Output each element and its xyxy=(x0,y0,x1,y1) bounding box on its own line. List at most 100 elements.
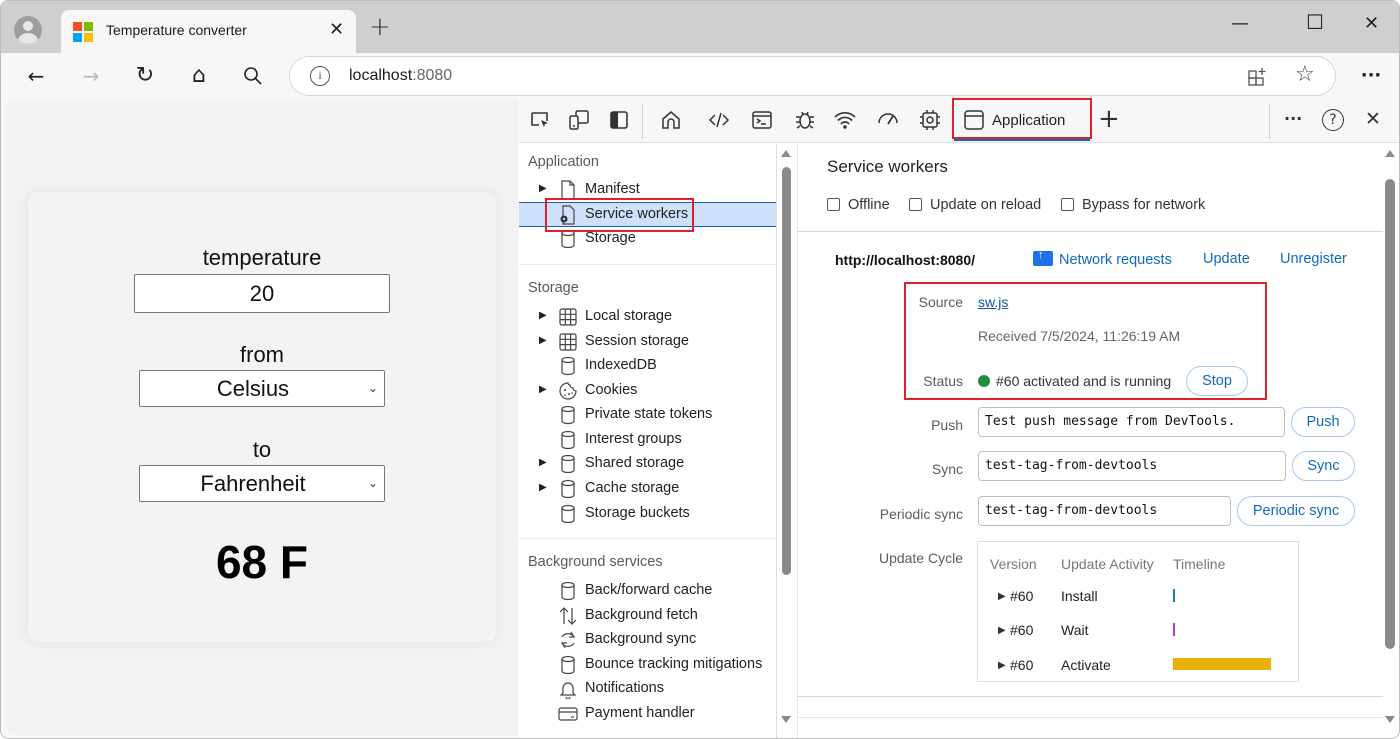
scroll-down-arrow-icon[interactable] xyxy=(1385,716,1395,723)
window-close-button[interactable]: ✕ xyxy=(1364,13,1379,34)
expand-arrow-icon[interactable]: ▶ xyxy=(998,591,1006,602)
sync-tag-input[interactable]: test-tag-from-devtools xyxy=(978,451,1286,481)
expand-arrow-icon[interactable]: ▶ xyxy=(539,384,547,395)
sync-label: Sync xyxy=(931,461,963,477)
close-icon[interactable]: ✕ xyxy=(329,19,344,40)
home-button[interactable]: ⌂ xyxy=(184,61,214,91)
sidebar-item-bounce-tracking-mitigations[interactable]: Bounce tracking mitigations xyxy=(519,653,776,678)
sidebar-item-cookies[interactable]: ▶ Cookies xyxy=(519,379,776,404)
profile-avatar-icon[interactable] xyxy=(14,16,42,44)
from-unit-select[interactable]: Celsius ⌄ xyxy=(139,370,385,407)
sidebar-item-background-sync[interactable]: Background sync xyxy=(519,628,776,653)
performance-icon[interactable] xyxy=(876,108,902,134)
sources-debug-icon[interactable] xyxy=(793,108,819,134)
sync-button[interactable]: Sync xyxy=(1292,451,1355,481)
inspect-icon[interactable] xyxy=(528,108,554,134)
sidebar-item-cache-storage[interactable]: ▶ Cache storage xyxy=(519,477,776,502)
devtools-panel: Application + ··· ? ✕ Application ▶ Mani… xyxy=(519,98,1399,738)
more-tools-icon[interactable]: ··· xyxy=(1284,109,1302,128)
bypass-for-network-checkbox[interactable]: Bypass for network xyxy=(1061,197,1205,213)
scroll-up-arrow-icon[interactable] xyxy=(1385,150,1395,157)
timeline-bar-install xyxy=(1173,589,1175,602)
database-icon xyxy=(558,430,578,450)
update-on-reload-checkbox[interactable]: Update on reload xyxy=(909,197,1041,213)
main-scrollbar-thumb[interactable] xyxy=(1385,179,1395,649)
sidebar-item-local-storage[interactable]: ▶ Local storage xyxy=(519,305,776,330)
sidebar-item-background-fetch[interactable]: Background fetch xyxy=(519,604,776,629)
back-button[interactable]: ← xyxy=(21,61,51,91)
new-tab-button[interactable]: + xyxy=(369,14,391,40)
network-icon[interactable] xyxy=(833,108,859,134)
unregister-link[interactable]: Unregister xyxy=(1280,251,1347,267)
sidebar-item-payment-handler[interactable]: Payment handler xyxy=(519,702,776,727)
microsoft-logo-icon xyxy=(73,22,93,42)
tab-title: Temperature converter xyxy=(106,22,247,38)
tab-strip: Temperature converter ✕ + — ☐ ✕ xyxy=(1,1,1399,53)
minimize-button[interactable]: — xyxy=(1231,13,1249,34)
push-message-input[interactable]: Test push message from DevTools. xyxy=(978,407,1285,437)
console-icon[interactable] xyxy=(750,108,776,134)
sidebar-item-interest-groups[interactable]: Interest groups xyxy=(519,428,776,453)
database-icon xyxy=(558,356,578,376)
sidebar-item-notifications[interactable]: Notifications xyxy=(519,677,776,702)
info-icon[interactable]: i xyxy=(310,66,330,86)
temperature-input[interactable]: 20 xyxy=(134,274,390,313)
offline-checkbox[interactable]: Offline xyxy=(827,197,890,213)
sidebar-item-private-state-tokens[interactable]: Private state tokens xyxy=(519,403,776,428)
sidebar-scrollbar-thumb[interactable] xyxy=(782,167,791,575)
network-requests-link[interactable]: Network requests xyxy=(1033,249,1172,268)
highlight-box xyxy=(904,282,1267,400)
maximize-button[interactable]: ☐ xyxy=(1306,10,1324,34)
section-divider xyxy=(519,264,776,265)
expand-arrow-icon[interactable]: ▶ xyxy=(539,457,547,468)
elements-icon[interactable] xyxy=(707,108,733,134)
sidebar-item-back-forward-cache[interactable]: Back/forward cache xyxy=(519,579,776,604)
sidebar-item-indexeddb[interactable]: IndexedDB xyxy=(519,354,776,379)
section-heading-background-services: Background services xyxy=(528,554,663,570)
database-icon xyxy=(558,454,578,474)
checkbox-box[interactable] xyxy=(909,198,922,211)
close-devtools-icon[interactable]: ✕ xyxy=(1365,108,1381,130)
expand-arrow-icon[interactable]: ▶ xyxy=(539,335,547,346)
refresh-button[interactable]: ↻ xyxy=(130,61,160,91)
star-icon[interactable]: ☆ xyxy=(1295,62,1315,87)
browser-tab[interactable]: Temperature converter ✕ xyxy=(61,10,356,53)
scroll-up-arrow-icon[interactable] xyxy=(781,150,791,157)
expand-arrow-icon[interactable]: ▶ xyxy=(539,183,547,194)
add-tool-button[interactable]: + xyxy=(1098,104,1120,134)
sync-icon xyxy=(558,630,578,650)
memory-icon[interactable] xyxy=(918,108,944,134)
help-icon[interactable]: ? xyxy=(1322,109,1344,131)
to-unit-select[interactable]: Fahrenheit ⌄ xyxy=(139,465,385,502)
column-header-timeline: Timeline xyxy=(1173,556,1226,572)
expand-arrow-icon[interactable]: ▶ xyxy=(998,625,1006,636)
expand-arrow-icon[interactable]: ▶ xyxy=(539,310,547,321)
worker-origin: http://localhost:8080/ xyxy=(835,252,976,268)
periodic-sync-button[interactable]: Periodic sync xyxy=(1237,496,1355,526)
section-heading-storage: Storage xyxy=(528,280,579,296)
search-icon[interactable] xyxy=(238,61,268,91)
divider xyxy=(798,696,1384,697)
app-add-icon[interactable] xyxy=(1248,67,1268,91)
url-text[interactable]: localhost:8080 xyxy=(349,67,452,85)
address-bar[interactable]: i localhost:8080 ☆ xyxy=(289,56,1336,96)
expand-arrow-icon[interactable]: ▶ xyxy=(998,660,1006,671)
expand-arrow-icon[interactable]: ▶ xyxy=(539,482,547,493)
highlight-box xyxy=(545,198,694,232)
welcome-home-icon[interactable] xyxy=(659,108,685,134)
push-button[interactable]: Push xyxy=(1291,407,1355,437)
checkbox-box[interactable] xyxy=(1061,198,1074,211)
dock-side-icon[interactable] xyxy=(607,108,633,134)
chevron-down-icon: ⌄ xyxy=(367,381,378,395)
forward-button[interactable]: → xyxy=(76,61,106,91)
sidebar-item-session-storage[interactable]: ▶ Session storage xyxy=(519,330,776,355)
sidebar-item-storage-buckets[interactable]: Storage buckets xyxy=(519,502,776,527)
device-emulation-icon[interactable] xyxy=(567,108,593,134)
scroll-down-arrow-icon[interactable] xyxy=(781,716,791,723)
periodic-sync-tag-input[interactable]: test-tag-from-devtools xyxy=(978,496,1231,526)
more-horizontal-icon[interactable]: ··· xyxy=(1356,61,1386,91)
converter-card: temperature 20 from Celsius ⌄ to Fahrenh… xyxy=(28,192,496,642)
checkbox-box[interactable] xyxy=(827,198,840,211)
update-link[interactable]: Update xyxy=(1203,251,1250,267)
sidebar-item-shared-storage[interactable]: ▶ Shared storage xyxy=(519,452,776,477)
